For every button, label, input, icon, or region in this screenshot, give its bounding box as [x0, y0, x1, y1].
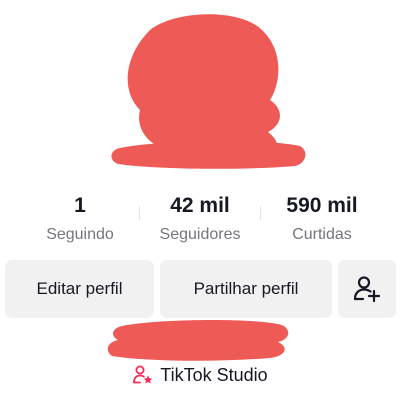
likes-label: Curtidas: [292, 226, 352, 243]
following-count: 1: [74, 194, 86, 217]
followers-label: Seguidores: [159, 226, 241, 243]
add-friend-button[interactable]: [338, 260, 396, 318]
followers-stat[interactable]: 42 mil Seguidores: [148, 192, 252, 246]
likes-count: 590 mil: [286, 194, 358, 217]
followers-count: 42 mil: [170, 194, 230, 217]
edit-profile-button[interactable]: Editar perfil: [5, 260, 154, 318]
following-stat[interactable]: 1 Seguindo: [30, 192, 130, 246]
tiktok-studio-link[interactable]: TikTok Studio: [0, 362, 400, 388]
stat-divider: [260, 206, 261, 220]
stat-divider: [139, 206, 140, 220]
profile-stats: 1 Seguindo 42 mil Seguidores 590 mil Cur…: [0, 192, 400, 248]
likes-stat[interactable]: 590 mil Curtidas: [272, 192, 372, 246]
profile-screen: 1 Seguindo 42 mil Seguidores 590 mil Cur…: [0, 0, 400, 400]
tiktok-studio-label: TikTok Studio: [160, 364, 268, 385]
following-label: Seguindo: [46, 226, 114, 243]
person-star-icon: [132, 364, 154, 386]
share-profile-button[interactable]: Partilhar perfil: [160, 260, 332, 318]
person-add-icon: [353, 276, 381, 303]
